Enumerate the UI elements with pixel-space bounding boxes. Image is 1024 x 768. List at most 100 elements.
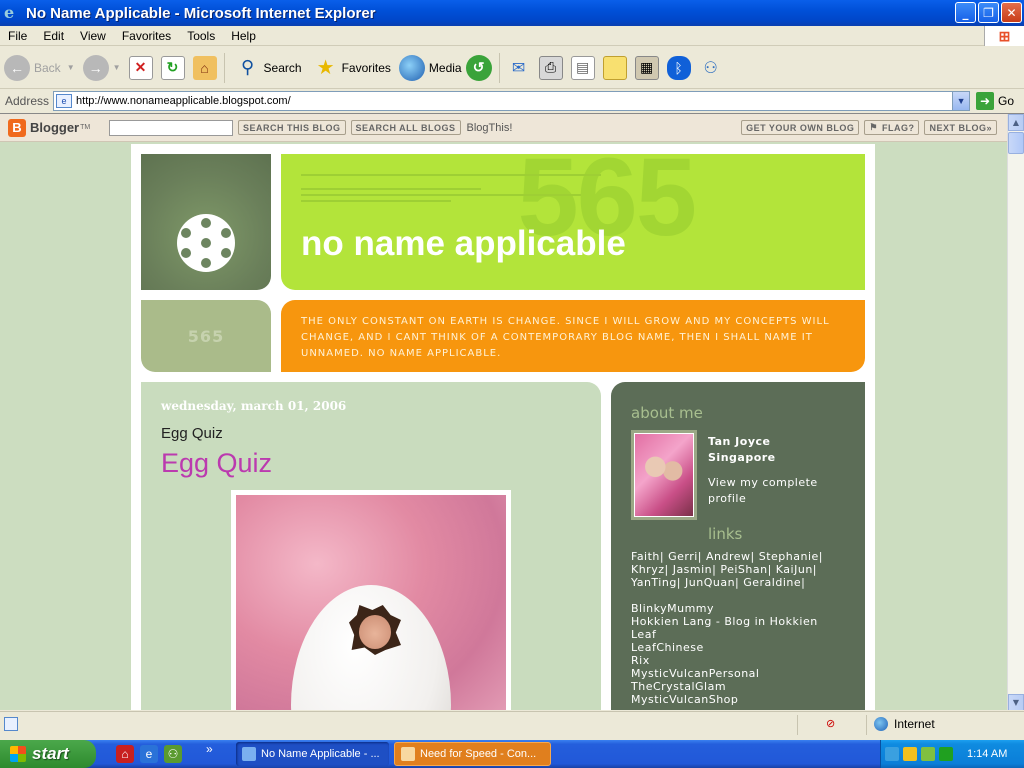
- sidebar-link[interactable]: MysticVulcanShop: [631, 693, 738, 706]
- back-dropdown-icon: ▼: [66, 63, 75, 72]
- profile-name[interactable]: Tan Joyce: [708, 434, 776, 450]
- blog-search-input[interactable]: [109, 119, 233, 136]
- menu-view[interactable]: View: [72, 29, 114, 43]
- windows-flag-icon: [10, 746, 26, 762]
- address-dropdown-icon[interactable]: ▼: [952, 92, 970, 110]
- home-icon[interactable]: ⌂: [192, 55, 217, 80]
- sidebar-link[interactable]: Rix: [631, 654, 650, 667]
- forward-button[interactable]: → ▼: [79, 50, 125, 86]
- refresh-icon[interactable]: ↻: [160, 55, 185, 80]
- sidebar-link[interactable]: LeafChinese: [631, 641, 704, 654]
- next-blog-button[interactable]: NEXT BLOG»: [924, 120, 997, 135]
- sidebar-link[interactable]: TheCrystalGlam: [631, 680, 726, 693]
- egg-shape: [291, 585, 451, 710]
- go-arrow-icon: ➜: [976, 92, 995, 110]
- status-bar: ⊘ Internet: [0, 711, 1024, 737]
- flag-button[interactable]: ⚑ FLAG?: [864, 120, 920, 135]
- history-icon[interactable]: ↺: [465, 54, 492, 81]
- ie-page-icon: [242, 747, 256, 761]
- vertical-scrollbar[interactable]: ▲ ▼: [1007, 114, 1024, 710]
- about-me-heading: about me: [631, 404, 703, 422]
- scroll-thumb[interactable]: [1008, 132, 1024, 154]
- post-image[interactable]: [231, 490, 511, 710]
- sidebar-link[interactable]: Hokkien Lang - Blog in Hokkien: [631, 615, 818, 628]
- print-icon[interactable]: ⎙: [538, 55, 563, 80]
- search-button[interactable]: ⚲ Search: [228, 50, 306, 86]
- quicklaunch-app-icon[interactable]: ⌂: [116, 745, 134, 763]
- menu-help[interactable]: Help: [223, 29, 264, 43]
- blog-description: the only constant on earth is change. si…: [281, 300, 865, 372]
- friend-links-line[interactable]: Faith| Gerri| Andrew| Stephanie|: [631, 550, 823, 563]
- profile-location: Singapore: [708, 451, 776, 464]
- messenger-tray-icon[interactable]: [903, 747, 917, 761]
- ie-quicklaunch-icon[interactable]: e: [140, 745, 158, 763]
- menu-favorites[interactable]: Favorites: [114, 29, 179, 43]
- security-zone: Internet: [874, 717, 935, 731]
- flower-logo-icon: [177, 214, 235, 272]
- maximize-button[interactable]: ❐: [978, 2, 999, 23]
- blogger-tm: TM: [80, 124, 91, 131]
- window-controls: _ ❐ ✕: [955, 2, 1022, 23]
- tray-app-icon[interactable]: [939, 747, 953, 761]
- ie-window: e No Name Applicable - Microsoft Interne…: [0, 0, 1024, 740]
- menu-file[interactable]: File: [0, 29, 35, 43]
- back-label: Back: [34, 60, 61, 75]
- system-tray: 1:14 AM: [880, 740, 1024, 768]
- taskbar-button-nfs[interactable]: Need for Speed - Con...: [394, 742, 551, 766]
- blog-title[interactable]: no name applicable: [301, 224, 626, 264]
- view-profile-link[interactable]: View my complete profile: [708, 475, 838, 507]
- address-input[interactable]: e http://www.nonameapplicable.blogspot.c…: [53, 91, 971, 111]
- favorites-button[interactable]: ★ Favorites: [306, 50, 395, 86]
- title-bar[interactable]: e No Name Applicable - Microsoft Interne…: [0, 0, 1024, 26]
- scroll-down-arrow-icon[interactable]: ▼: [1008, 694, 1024, 710]
- favorites-label: Favorites: [341, 60, 391, 75]
- bluetooth-icon[interactable]: ᛒ: [666, 55, 691, 80]
- blogthis-link[interactable]: BlogThis!: [467, 122, 513, 134]
- close-button[interactable]: ✕: [1001, 2, 1022, 23]
- sidebar-link[interactable]: BlinkyMummy: [631, 602, 714, 615]
- taskbar: start ⌂ e ⚇ » No Name Applicable - ... N…: [0, 740, 1024, 768]
- sidebar-link[interactable]: MysticVulcanPersonal: [631, 667, 759, 680]
- back-button[interactable]: ← Back ▼: [0, 50, 79, 86]
- blogger-b-icon: B: [8, 118, 26, 137]
- minimize-button[interactable]: _: [955, 2, 976, 23]
- quick-launch: ⌂ e ⚇: [116, 745, 182, 763]
- forward-dropdown-icon: ▼: [112, 63, 121, 72]
- media-button[interactable]: Media: [395, 50, 466, 86]
- research-icon[interactable]: ▦: [634, 55, 659, 80]
- start-button[interactable]: start: [0, 740, 96, 768]
- go-button[interactable]: ➜ Go: [976, 92, 1014, 110]
- clock[interactable]: 1:14 AM: [967, 748, 1007, 760]
- messenger-icon[interactable]: ⚇: [699, 56, 723, 80]
- links-heading: links: [708, 525, 743, 543]
- scroll-up-arrow-icon[interactable]: ▲: [1008, 114, 1024, 131]
- menu-edit[interactable]: Edit: [35, 29, 72, 43]
- stop-icon[interactable]: ✕: [128, 55, 153, 80]
- discuss-icon[interactable]: [602, 55, 627, 80]
- friend-links-line[interactable]: YanTing| JunQuan| Geraldine|: [631, 576, 805, 589]
- network-tray-icon[interactable]: [885, 747, 899, 761]
- menu-tools[interactable]: Tools: [179, 29, 223, 43]
- search-this-blog-button[interactable]: SEARCH THIS BLOG: [238, 120, 346, 135]
- menu-bar: File Edit View Favorites Tools Help ⊞: [0, 26, 1024, 46]
- taskbar-button-ie[interactable]: No Name Applicable - ...: [236, 742, 389, 766]
- edit-icon[interactable]: ▤: [570, 55, 595, 80]
- header-number-block: 565: [141, 300, 271, 372]
- search-all-blogs-button[interactable]: SEARCH ALL BLOGS: [350, 120, 461, 135]
- decorative-line: [301, 174, 601, 176]
- post-title[interactable]: Egg Quiz: [161, 425, 223, 442]
- blogger-nav-right: GET YOUR OWN BLOG ⚑ FLAG? NEXT BLOG»: [736, 120, 997, 135]
- messenger-quicklaunch-icon[interactable]: ⚇: [164, 745, 182, 763]
- get-your-own-blog-button[interactable]: GET YOUR OWN BLOG: [741, 120, 860, 135]
- task-label: Need for Speed - Con...: [420, 748, 537, 760]
- profile-photo[interactable]: [631, 430, 697, 520]
- sidebar-link[interactable]: Leaf: [631, 628, 656, 641]
- main-content: wednesday, march 01, 2006 Egg Quiz Egg Q…: [141, 382, 601, 710]
- popup-blocked-icon[interactable]: ⊘: [826, 717, 842, 731]
- friend-links-line[interactable]: Khryz| Jasmin| PeiShan| KaiJun|: [631, 563, 817, 576]
- quicklaunch-more-icon[interactable]: »: [206, 742, 213, 756]
- blogger-logo[interactable]: B Blogger TM: [8, 118, 98, 137]
- mail-icon[interactable]: ✉: [507, 56, 531, 80]
- ie-icon: e: [4, 3, 15, 22]
- tray-app-icon[interactable]: [921, 747, 935, 761]
